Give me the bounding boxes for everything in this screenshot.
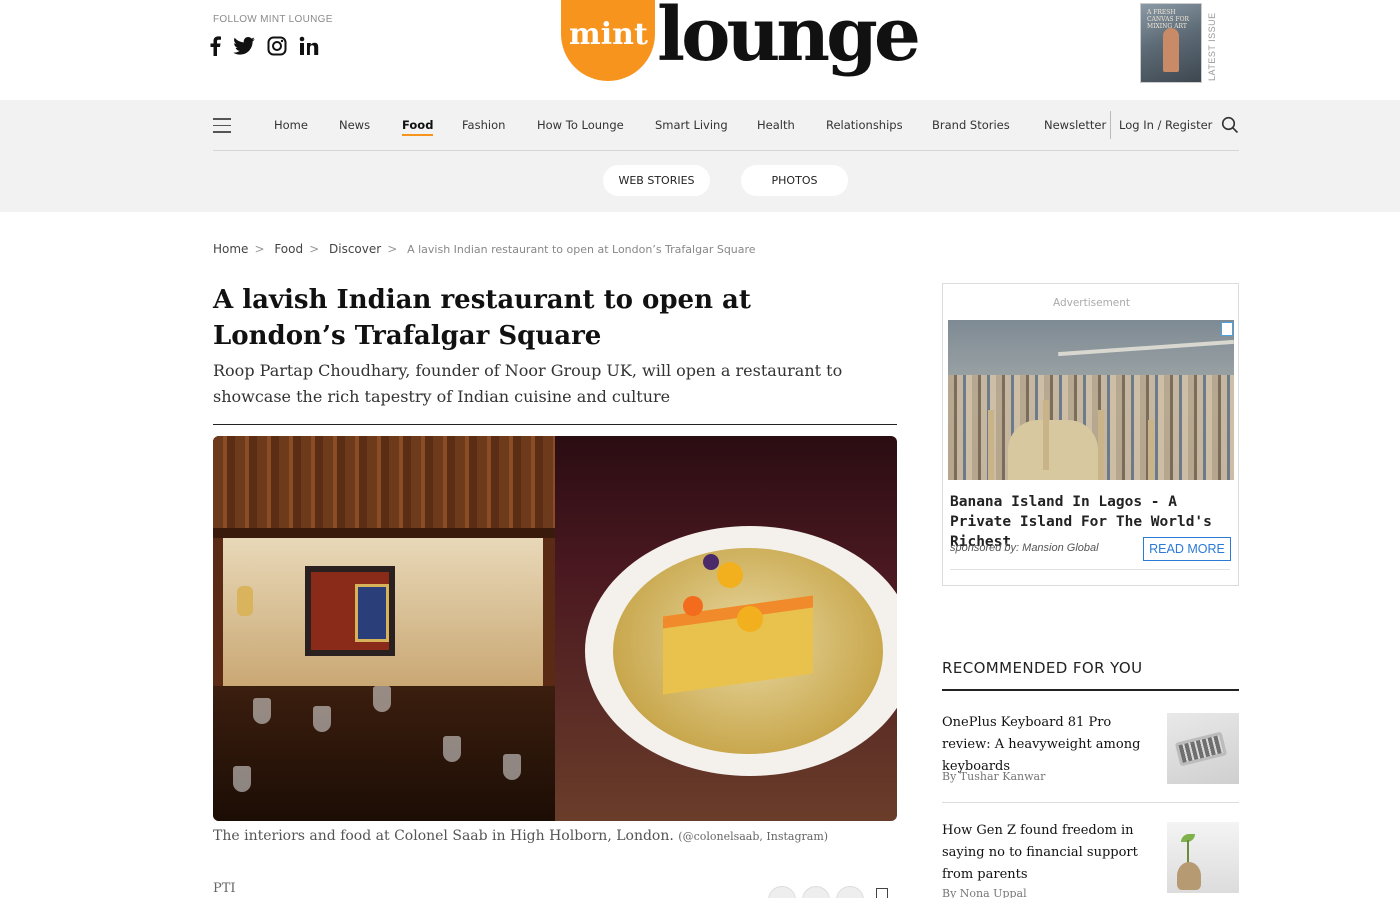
- recommended-item-author: By Tushar Kanwar: [942, 770, 1046, 783]
- restaurant-interior-image: [213, 436, 555, 821]
- article-summary: Roop Partap Choudhary, founder of Noor G…: [213, 361, 843, 406]
- headline-divider: [213, 424, 897, 425]
- search-icon[interactable]: [1221, 116, 1239, 139]
- newsletter-link[interactable]: Newsletter: [1044, 118, 1106, 132]
- hamburger-menu-icon[interactable]: [213, 118, 231, 133]
- instagram-icon[interactable]: [267, 36, 287, 56]
- photos-button[interactable]: PHOTOS: [741, 165, 848, 196]
- article-hero-image: [213, 436, 897, 821]
- issue-cover-figure: [1163, 28, 1179, 72]
- logo-mint-text: mint: [569, 17, 648, 52]
- mint-lounge-logo[interactable]: mint lounge: [561, 0, 921, 95]
- latest-issue-cover[interactable]: A FRESH CANVAS FOR MIXING ART: [1140, 3, 1202, 83]
- breadcrumb-food[interactable]: Food: [274, 242, 303, 256]
- caption-credit: (@colonelsaab, Instagram): [678, 830, 829, 843]
- logo-lounge-text: lounge: [657, 0, 921, 78]
- nav-item-relationships[interactable]: Relationships: [826, 118, 903, 132]
- adchoices-icon[interactable]: [1221, 322, 1233, 336]
- issue-cover-text: A FRESH CANVAS FOR MIXING ART: [1147, 9, 1190, 30]
- web-stories-button[interactable]: WEB STORIES: [603, 165, 710, 196]
- ad-divider: [950, 569, 1230, 570]
- recommended-divider: [942, 689, 1239, 691]
- recommended-separator: [942, 802, 1239, 803]
- article-byline: PTI: [213, 881, 236, 896]
- social-links: [209, 36, 319, 56]
- recommended-item-author: By Nona Uppal: [942, 887, 1027, 898]
- ad-label: Advertisement: [1052, 297, 1131, 309]
- ad-read-more-button[interactable]: READ MORE: [1143, 537, 1231, 561]
- recommended-item-title[interactable]: OnePlus Keyboard 81 Pro review: A heavyw…: [942, 712, 1157, 778]
- ad-sponsor: sponsored by: Mansion Global: [950, 542, 1099, 554]
- linkedin-icon[interactable]: [299, 36, 319, 56]
- recommended-item[interactable]: How Gen Z found freedom in saying no to …: [942, 820, 1239, 898]
- facebook-icon[interactable]: [209, 36, 221, 56]
- share-forward-icon[interactable]: [836, 886, 864, 898]
- caption-text: The interiors and food at Colonel Saab i…: [213, 828, 674, 844]
- nav-item-news[interactable]: News: [339, 118, 370, 132]
- nav-band: Home News Food Fashion How To Lounge Sma…: [0, 100, 1400, 212]
- recommended-item[interactable]: OnePlus Keyboard 81 Pro review: A heavyw…: [942, 712, 1239, 792]
- nav-item-how-to-lounge[interactable]: How To Lounge: [537, 118, 624, 132]
- article-headline: A lavish Indian restaurant to open at Lo…: [213, 285, 751, 351]
- recommended-item-title[interactable]: How Gen Z found freedom in saying no to …: [942, 820, 1157, 886]
- recommended-heading: RECOMMENDED FOR YOU: [942, 659, 1143, 677]
- nav-item-food[interactable]: Food: [402, 118, 434, 136]
- breadcrumb-current: A lavish Indian restaurant to open at Lo…: [407, 243, 756, 256]
- bookmark-icon[interactable]: [876, 888, 888, 898]
- breadcrumb: Home > Food > Discover > A lavish Indian re…: [213, 242, 756, 256]
- nav-item-home[interactable]: Home: [274, 118, 308, 132]
- twitter-icon[interactable]: [233, 37, 255, 55]
- nav-divider: [1110, 111, 1111, 139]
- latest-issue-label: LATEST ISSUE: [1207, 12, 1217, 82]
- nav-item-fashion[interactable]: Fashion: [462, 118, 505, 132]
- login-register-link[interactable]: Log In / Register: [1119, 118, 1212, 132]
- share-twitter-icon[interactable]: [802, 886, 830, 898]
- nav-item-health[interactable]: Health: [757, 118, 795, 132]
- main-nav: Home News Food Fashion How To Lounge Sma…: [213, 100, 1239, 151]
- breadcrumb-discover[interactable]: Discover: [329, 242, 381, 256]
- breadcrumb-home[interactable]: Home: [213, 242, 248, 256]
- share-facebook-icon[interactable]: [768, 886, 796, 898]
- recommended-item-thumbnail[interactable]: [1167, 822, 1239, 893]
- recommended-item-thumbnail[interactable]: [1167, 713, 1239, 784]
- nav-item-smart-living[interactable]: Smart Living: [655, 118, 728, 132]
- follow-label: FOLLOW MINT LOUNGE: [213, 14, 333, 25]
- site-header: FOLLOW MINT LOUNGE mint lounge A FRESH C…: [0, 0, 1400, 100]
- hero-caption: The interiors and food at Colonel Saab i…: [213, 828, 828, 844]
- nav-item-brand-stories[interactable]: Brand Stories: [932, 118, 1010, 132]
- ad-image[interactable]: [948, 320, 1234, 480]
